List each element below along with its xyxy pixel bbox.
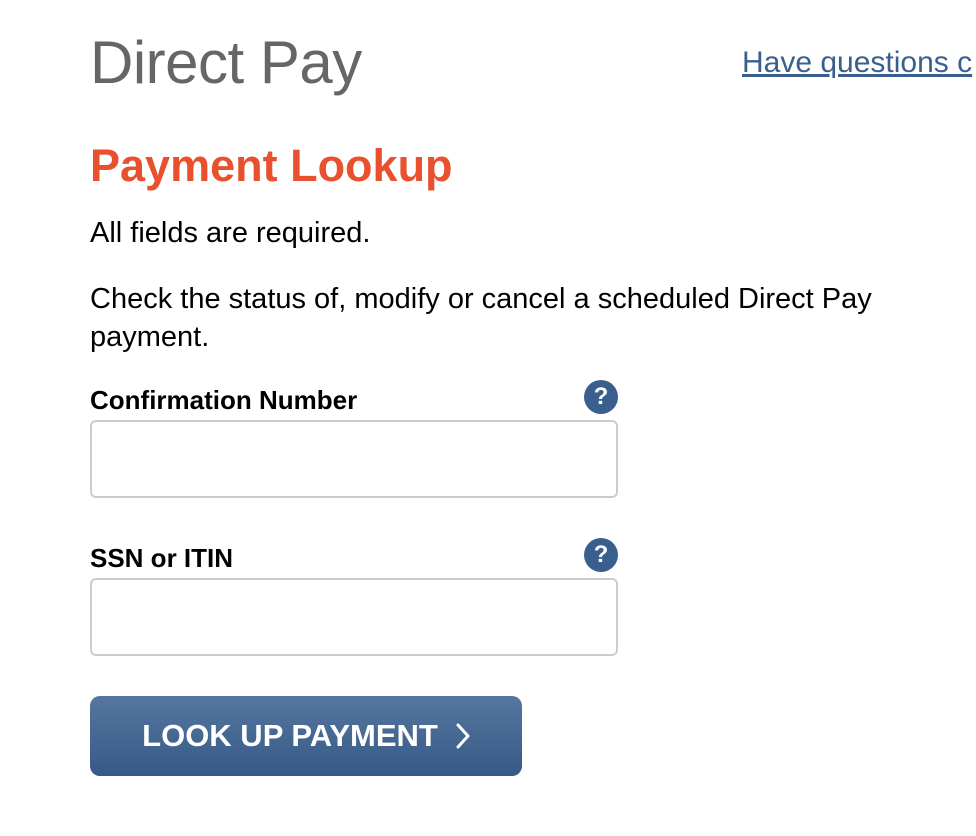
look-up-payment-label: LOOK UP PAYMENT [142, 718, 438, 753]
look-up-payment-button[interactable]: LOOK UP PAYMENT [90, 696, 522, 776]
confirmation-number-input[interactable] [90, 420, 618, 498]
ssn-help-icon[interactable]: ? [584, 538, 618, 572]
app-title: Direct Pay [90, 29, 362, 96]
required-note: All fields are required. [90, 217, 371, 249]
confirmation-number-label: Confirmation Number [90, 385, 358, 415]
help-link[interactable]: Have questions c [742, 46, 972, 80]
payment-lookup-page: Direct Pay Have questions c Payment Look… [0, 0, 976, 836]
ssn-itin-input[interactable] [90, 578, 618, 656]
ssn-itin-label: SSN or ITIN [90, 543, 234, 573]
page-description: Check the status of, modify or cancel a … [90, 283, 872, 353]
chevron-right-icon [456, 723, 470, 749]
confirmation-help-icon[interactable]: ? [584, 380, 618, 414]
page-heading: Payment Lookup [90, 140, 453, 191]
